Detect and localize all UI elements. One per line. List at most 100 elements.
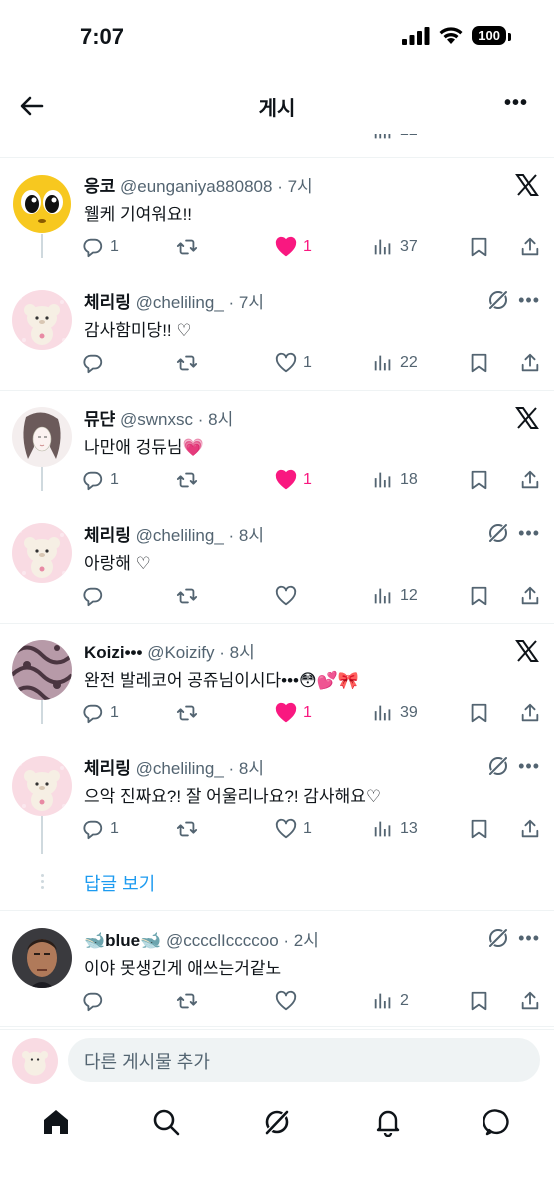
share-button[interactable] xyxy=(519,988,541,1014)
like-button[interactable]: 1 xyxy=(275,467,312,493)
display-name[interactable]: 체리링 xyxy=(84,759,131,778)
avatar[interactable] xyxy=(12,1038,58,1084)
avatar[interactable] xyxy=(12,756,72,816)
tweet-text: 나만애 겅듀님💗 xyxy=(84,438,204,457)
tweet[interactable]: 뮤댠 @swnxsc · 8시 나만애 겅듀님💗 1 1 18 xyxy=(0,391,554,507)
user-handle[interactable]: @cccclIccccoo xyxy=(166,931,279,950)
share-button[interactable] xyxy=(519,700,541,726)
tweet[interactable]: 응코 @eunganiya880808 · 7시 웰케 기여워요!! 1 1 3… xyxy=(0,158,554,274)
retweet-button[interactable] xyxy=(176,700,204,726)
share-button[interactable] xyxy=(519,583,541,609)
avatar[interactable] xyxy=(12,523,72,583)
like-button[interactable]: 1 xyxy=(275,700,312,726)
like-button[interactable] xyxy=(275,583,303,609)
thread-dots xyxy=(39,874,45,889)
user-handle[interactable]: @cheliling_ xyxy=(136,759,224,778)
grok-icon[interactable] xyxy=(486,926,510,950)
user-handle[interactable]: @Koizify xyxy=(147,643,214,662)
bookmark-button[interactable] xyxy=(468,700,490,726)
tweet[interactable]: 체리링 @cheliling_ · 8시 으악 진짜요?! 잘 어울리나요?! … xyxy=(0,740,554,856)
reply-button[interactable]: 1 xyxy=(82,816,119,842)
x-logo-icon[interactable] xyxy=(514,172,540,198)
notifications-icon[interactable] xyxy=(373,1107,403,1137)
share-icon xyxy=(521,819,539,838)
more-options-icon[interactable]: ••• xyxy=(504,92,528,115)
retweet-button[interactable] xyxy=(176,583,204,609)
bookmark-button[interactable] xyxy=(468,816,490,842)
more-options-icon[interactable]: ••• xyxy=(518,523,540,544)
bookmark-button[interactable] xyxy=(468,988,490,1014)
avatar[interactable] xyxy=(12,640,72,700)
messages-icon[interactable] xyxy=(483,1107,513,1137)
reply-button[interactable]: 1 xyxy=(82,467,119,493)
reply-button[interactable] xyxy=(82,583,110,609)
avatar[interactable] xyxy=(12,290,72,350)
views-button[interactable]: 39 xyxy=(372,700,418,726)
reply-button[interactable]: 1 xyxy=(82,234,119,260)
like-button[interactable]: 1 xyxy=(275,816,312,842)
display-name[interactable]: 뮤댠 xyxy=(84,410,115,429)
views-button[interactable]: 13 xyxy=(372,816,418,842)
like-button[interactable]: 1 xyxy=(275,234,312,260)
share-button[interactable] xyxy=(519,234,541,260)
grok-icon[interactable] xyxy=(486,288,510,312)
retweet-button[interactable] xyxy=(176,350,204,376)
grok-icon[interactable] xyxy=(486,521,510,545)
views-button[interactable]: 18 xyxy=(372,467,418,493)
user-handle[interactable]: @cheliling_ xyxy=(136,526,224,545)
reply-feed[interactable]: 22 응코 @eunganiya880808 · 7시 웰케 기여워요!! 1 … xyxy=(0,134,554,1029)
grok-icon[interactable] xyxy=(262,1107,292,1137)
heart-icon xyxy=(275,469,297,490)
views-button[interactable]: 37 xyxy=(372,234,418,260)
avatar[interactable] xyxy=(12,407,72,467)
reply-button[interactable] xyxy=(82,988,110,1014)
tweet[interactable]: 체리링 @cheliling_ · 7시 감사함미당!! ♡ 1 22 ••• xyxy=(0,274,554,390)
like-button[interactable] xyxy=(275,988,303,1014)
x-logo-icon[interactable] xyxy=(514,405,540,431)
display-name[interactable]: 🐋blue🐋 xyxy=(84,931,161,950)
display-name[interactable]: 응코 xyxy=(84,177,115,196)
share-button[interactable] xyxy=(519,350,541,376)
views-count: 2 xyxy=(400,992,409,1009)
user-handle[interactable]: @eunganiya880808 xyxy=(120,177,272,196)
avatar[interactable] xyxy=(12,928,72,988)
view-replies-link[interactable]: 답글 보기 xyxy=(84,870,155,896)
avatar[interactable] xyxy=(12,174,72,234)
retweet-button[interactable] xyxy=(176,234,204,260)
retweet-button[interactable] xyxy=(176,988,204,1014)
tweet[interactable]: Koizi••• @Koizify · 8시 완전 발레코어 공쥬님이시다•••… xyxy=(0,624,554,740)
more-options-icon[interactable]: ••• xyxy=(518,928,540,949)
tweet[interactable]: 체리링 @cheliling_ · 8시 아랑해 ♡ 12 ••• xyxy=(0,507,554,623)
bookmark-icon xyxy=(471,586,487,606)
views-button[interactable]: 2 xyxy=(372,988,409,1014)
grok-icon[interactable] xyxy=(486,754,510,778)
share-button[interactable] xyxy=(519,816,541,842)
status-time: 7:07 xyxy=(80,24,125,49)
add-post-input[interactable]: 다른 게시물 추가 xyxy=(68,1038,540,1082)
tweet[interactable]: 🐋blue🐋 @cccclIccccoo · 2시 이야 못생긴게 애쓰는거같노… xyxy=(0,912,554,1028)
user-handle[interactable]: @cheliling_ xyxy=(136,293,224,312)
bookmark-button[interactable] xyxy=(468,234,490,260)
share-button[interactable] xyxy=(519,467,541,493)
user-handle[interactable]: @swnxsc xyxy=(120,410,193,429)
display-name[interactable]: Koizi••• xyxy=(84,643,142,662)
more-options-icon[interactable]: ••• xyxy=(518,290,540,311)
retweet-button[interactable] xyxy=(176,816,204,842)
post-time: · 8시 xyxy=(228,759,265,778)
display-name[interactable]: 체리링 xyxy=(84,293,131,312)
views-count: 22 xyxy=(400,134,418,140)
views-button[interactable]: 22 xyxy=(372,350,418,376)
views-button[interactable]: 12 xyxy=(372,583,418,609)
bookmark-button[interactable] xyxy=(468,583,490,609)
display-name[interactable]: 체리링 xyxy=(84,526,131,545)
reply-button[interactable]: 1 xyxy=(82,700,119,726)
retweet-button[interactable] xyxy=(176,467,204,493)
search-icon[interactable] xyxy=(151,1107,181,1137)
bookmark-button[interactable] xyxy=(468,350,490,376)
x-logo-icon[interactable] xyxy=(514,638,540,664)
home-icon[interactable] xyxy=(41,1107,71,1137)
like-button[interactable]: 1 xyxy=(275,350,312,376)
bookmark-button[interactable] xyxy=(468,467,490,493)
reply-button[interactable] xyxy=(82,350,110,376)
more-options-icon[interactable]: ••• xyxy=(518,756,540,777)
